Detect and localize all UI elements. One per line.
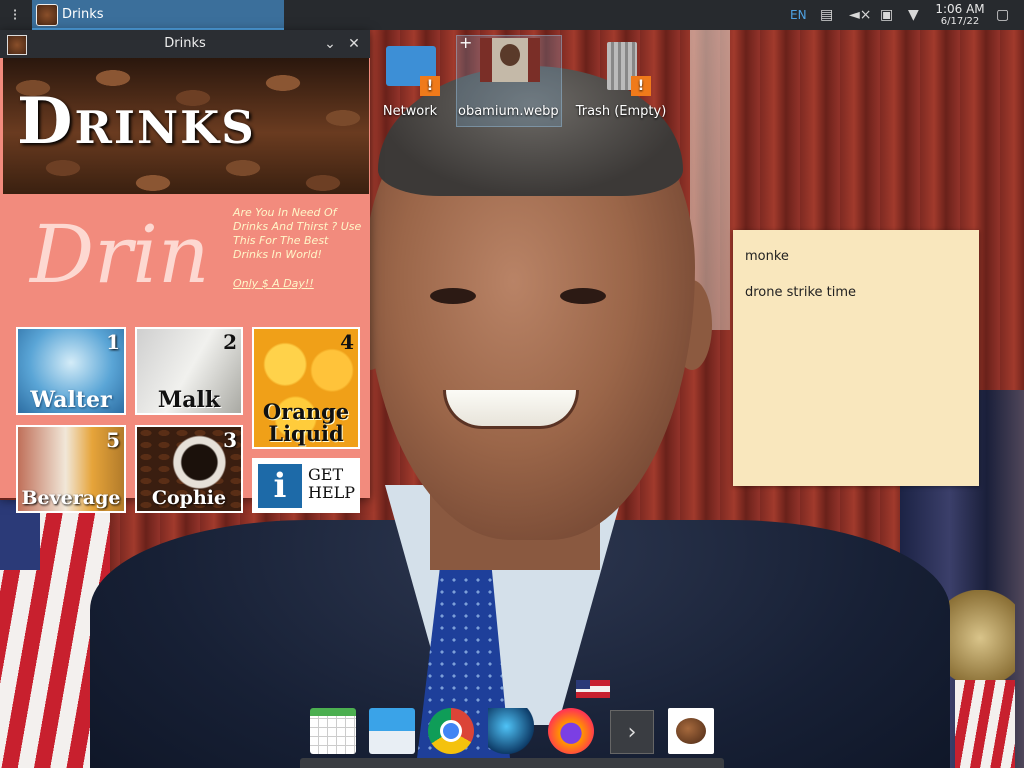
tagline: Are You In Need Of Drinks And Thirst ? U…: [233, 206, 362, 261]
drink-tile-malk[interactable]: 2 Malk: [135, 327, 243, 415]
desktop-icon-label: Network: [382, 104, 438, 119]
clock-date: 6/17/22: [940, 16, 980, 27]
clipboard-icon[interactable]: ▤: [820, 0, 833, 30]
tile-number: 2: [223, 330, 237, 354]
tile-number: 5: [106, 428, 120, 452]
desktop-icon-network[interactable]: ! Network: [360, 38, 460, 119]
language-indicator[interactable]: EN: [790, 0, 807, 30]
decorative-big-text: Drin: [30, 208, 210, 301]
network-icon[interactable]: ▣: [880, 0, 893, 30]
task-label: Drinks: [62, 7, 104, 22]
window-title: Drinks: [164, 36, 206, 51]
desktop-icon-obamium[interactable]: obamium.webp: [458, 38, 559, 119]
tile-number: 4: [340, 330, 354, 354]
drinks-window: Drinks ⌄ ✕ Drinks Drin Are You In Need O…: [0, 30, 370, 513]
clock[interactable]: 1:06 AM 6/17/22: [930, 2, 990, 28]
drink-tile-cophie[interactable]: 3 Cophie: [135, 425, 243, 513]
info-icon: i: [258, 464, 302, 508]
coffee-bean-icon: [36, 4, 58, 26]
tile-number: 1: [106, 330, 120, 354]
close-icon[interactable]: ✕: [344, 34, 364, 54]
note-line-2: drone strike time: [745, 285, 857, 300]
app-launcher-icon[interactable]: ⁝: [6, 6, 24, 24]
chrome-icon[interactable]: [428, 708, 474, 754]
desktop-icon-label: obamium.webp: [458, 104, 559, 119]
tile-name: Malk: [157, 387, 221, 413]
dock-bar: [300, 758, 724, 768]
note-line-1: monke: [745, 249, 789, 264]
coffee-banner: Drinks: [3, 58, 369, 194]
wallpaper-eye-right: [560, 288, 606, 304]
coffee-bean-icon[interactable]: [668, 708, 714, 754]
help-label: GET HELP: [308, 465, 358, 502]
get-help-button[interactable]: i GET HELP: [252, 458, 360, 513]
sticky-note[interactable]: monke drone strike time: [733, 230, 979, 486]
drinks-window-titlebar[interactable]: Drinks ⌄ ✕: [0, 30, 370, 58]
mail-icon[interactable]: [369, 708, 415, 754]
show-desktop-icon[interactable]: ▢: [996, 0, 1009, 30]
more-icon[interactable]: ›: [610, 710, 654, 754]
help-label-line2: HELP: [308, 483, 356, 502]
minimize-chevron-icon[interactable]: ⌄: [320, 34, 340, 54]
desktop-icon-label: Trash (Empty): [575, 104, 667, 119]
drink-tile-orange-liquid[interactable]: 4 Orange Liquid: [252, 327, 360, 449]
tile-name: Cophie: [151, 487, 227, 509]
drink-tile-walter[interactable]: 1 Walter: [16, 327, 126, 415]
tray-expand-icon[interactable]: ▼: [908, 0, 919, 30]
banner-title: Drinks: [17, 84, 256, 159]
bird-app-icon[interactable]: [488, 708, 534, 754]
price-text: Only $ A Day!!: [233, 277, 314, 290]
tile-name: Walter: [30, 387, 112, 413]
help-label-line1: GET: [308, 465, 344, 484]
warning-badge: !: [420, 76, 440, 96]
clock-time: 1:06 AM: [935, 2, 985, 16]
tile-name: Beverage: [21, 487, 121, 509]
taskbar-task-drinks[interactable]: Drinks: [32, 0, 284, 30]
image-file-icon: [480, 38, 540, 82]
top-panel: ⁝ Drinks EN ▤ ◄× ▣ ▼ 1:06 AM 6/17/22 ▢: [0, 0, 1024, 30]
firefox-icon[interactable]: [548, 708, 594, 754]
volume-muted-icon[interactable]: ◄×: [849, 0, 872, 30]
drink-tile-beverage[interactable]: 5 Beverage: [16, 425, 126, 513]
wallpaper-flag-pin: [576, 680, 610, 698]
desktop-icon-trash[interactable]: ! Trash (Empty): [571, 38, 671, 119]
tile-name: Orange Liquid: [262, 399, 350, 446]
warning-badge: !: [631, 76, 651, 96]
wallpaper-smile: [443, 390, 579, 429]
wallpaper-eye-left: [430, 288, 476, 304]
calendar-icon[interactable]: [310, 708, 356, 754]
tile-number: 3: [223, 428, 237, 452]
wallpaper-flag-right-stripes: [955, 680, 1015, 768]
